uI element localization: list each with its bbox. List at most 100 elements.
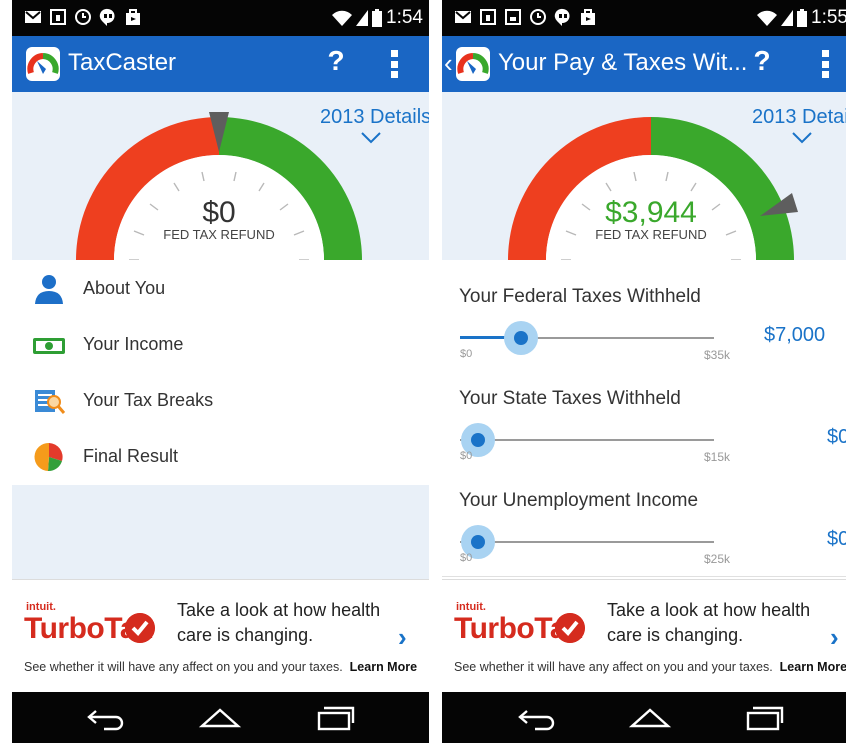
empty-area	[12, 485, 429, 579]
menu-label: Final Result	[83, 446, 179, 466]
turbotax-ad[interactable]: intuit. TurboTax Take a look at how heal…	[12, 579, 429, 693]
back-icon[interactable]	[84, 702, 128, 732]
refund-amount: $3,944	[605, 196, 697, 229]
notification-icons	[24, 8, 142, 26]
phone-screen-pay-and-taxes: 1:55 ‹ Your Pay & Taxes Wit... ? 2013 De…	[442, 0, 846, 743]
phone-screen-taxcaster: 1:54 TaxCaster ? 2013 Details $0 FED TAX…	[12, 0, 429, 743]
back-icon[interactable]	[515, 702, 559, 732]
refund-gauge: $3,944 FED TAX REFUND	[508, 117, 798, 260]
slider-title: Your State Taxes Withheld	[459, 388, 681, 409]
chevron-right-icon[interactable]: ›	[830, 622, 839, 653]
slider-max-label: $25k	[704, 552, 731, 566]
slider-track[interactable]	[460, 541, 714, 543]
menu-item-your-tax-breaks[interactable]: Your Tax Breaks	[12, 373, 429, 430]
slider-value[interactable]: $7,000	[764, 324, 825, 347]
recents-icon[interactable]	[742, 702, 786, 732]
signal-icon	[781, 10, 794, 26]
ad-headline: Take a look at how health care is changi…	[607, 600, 811, 645]
store-icon	[581, 9, 595, 25]
wifi-icon	[757, 10, 778, 26]
ad-subtext: See whether it will have any affect on y…	[24, 660, 417, 674]
menu-item-final-result[interactable]: Final Result	[12, 429, 429, 486]
slider-min-label: $0	[460, 450, 473, 462]
slider-title: Your Unemployment Income	[459, 490, 699, 511]
store-icon	[126, 9, 140, 25]
refund-amount: $0	[202, 196, 235, 229]
refund-gauge: $0 FED TAX REFUND	[76, 112, 362, 260]
slider-track[interactable]	[460, 439, 714, 441]
nav-bar	[442, 692, 846, 743]
person-icon	[35, 275, 63, 304]
overflow-menu-button[interactable]	[391, 50, 399, 78]
calendar-icon	[50, 9, 66, 25]
ad-subtext-body: See whether it will have any affect on y…	[24, 660, 343, 674]
chevron-right-icon[interactable]: ›	[398, 622, 407, 653]
slider-federal-withheld: Your Federal Taxes Withheld $0 $35k $7,0…	[442, 270, 846, 373]
gmail-icon	[25, 11, 41, 23]
hangouts-icon	[99, 8, 115, 26]
ad-subtext-body: See whether it will have any affect on y…	[454, 660, 773, 674]
pie-chart-icon	[34, 442, 63, 472]
up-chevron-icon[interactable]: ‹	[444, 48, 453, 79]
refund-caption: FED TAX REFUND	[595, 227, 706, 242]
overflow-menu-button[interactable]	[822, 50, 830, 78]
clock-icon	[530, 9, 546, 25]
slider-state-withheld: Your State Taxes Withheld $0 $15k $0	[442, 372, 846, 475]
help-button[interactable]: ?	[322, 45, 350, 77]
battery-icon	[372, 9, 383, 27]
app-bar: ‹ Your Pay & Taxes Wit... ?	[442, 36, 846, 92]
menu-label: Your Tax Breaks	[83, 390, 214, 410]
hangouts-icon	[554, 8, 570, 26]
learn-more-link[interactable]: Learn More	[780, 660, 846, 674]
slider-thumb[interactable]	[514, 331, 528, 345]
magnifier-document-icon	[35, 390, 66, 414]
home-icon[interactable]	[628, 702, 672, 732]
calendar-icon	[480, 9, 496, 25]
system-status: 1:54	[332, 8, 423, 28]
slider-min-label: $0	[460, 552, 473, 564]
ad-subtext: See whether it will have any affect on y…	[454, 660, 846, 674]
learn-more-link[interactable]: Learn More	[350, 660, 417, 674]
help-button[interactable]: ?	[748, 45, 776, 77]
home-icon[interactable]	[198, 702, 242, 732]
turbotax-ad[interactable]: intuit. TurboTax Take a look at how heal…	[442, 579, 846, 693]
slider-value[interactable]: $0	[827, 426, 846, 449]
recents-icon[interactable]	[313, 702, 357, 732]
menu-label: Your Income	[83, 334, 184, 354]
clock-time: 1:54	[386, 7, 423, 28]
gmail-icon	[455, 11, 471, 23]
status-bar: 1:55	[442, 0, 846, 36]
clock-icon	[75, 9, 91, 25]
system-status: 1:55	[757, 8, 846, 28]
taxcaster-logo-icon[interactable]	[456, 47, 490, 81]
slider-thumb[interactable]	[471, 535, 485, 549]
clock-time: 1:55	[811, 7, 846, 28]
menu-label: About You	[83, 278, 166, 298]
slider-max-label: $35k	[704, 348, 731, 362]
slider-unemployment-income: Your Unemployment Income $0 $25k $0	[442, 474, 846, 577]
slider-value[interactable]: $0	[827, 528, 846, 551]
nav-bar	[12, 692, 429, 743]
check-badge-icon	[555, 613, 585, 643]
app-title: Your Pay & Taxes Wit...	[498, 49, 748, 76]
app-bar: TaxCaster ?	[12, 36, 429, 92]
app-title: TaxCaster	[68, 49, 177, 76]
slider-max-label: $15k	[704, 450, 731, 464]
menu-item-about-you[interactable]: About You	[12, 261, 429, 318]
notification-icons	[454, 8, 597, 26]
wifi-icon	[332, 10, 353, 26]
signal-icon	[356, 10, 369, 26]
status-bar: 1:54	[12, 0, 429, 36]
check-badge-icon	[125, 613, 155, 643]
slider-min-label: $0	[460, 348, 473, 360]
photo-icon	[505, 9, 521, 25]
battery-icon	[797, 9, 808, 27]
slider-title: Your Federal Taxes Withheld	[459, 286, 701, 307]
menu-item-your-income[interactable]: Your Income	[12, 317, 429, 374]
taxcaster-logo-icon[interactable]	[26, 47, 60, 81]
ad-headline: Take a look at how health care is changi…	[177, 600, 381, 645]
slider-thumb[interactable]	[471, 433, 485, 447]
refund-caption: FED TAX REFUND	[163, 227, 274, 242]
money-icon	[33, 338, 65, 354]
refund-gauge-panel: 2013 Details $0 FED TAX REFUND	[12, 92, 429, 260]
